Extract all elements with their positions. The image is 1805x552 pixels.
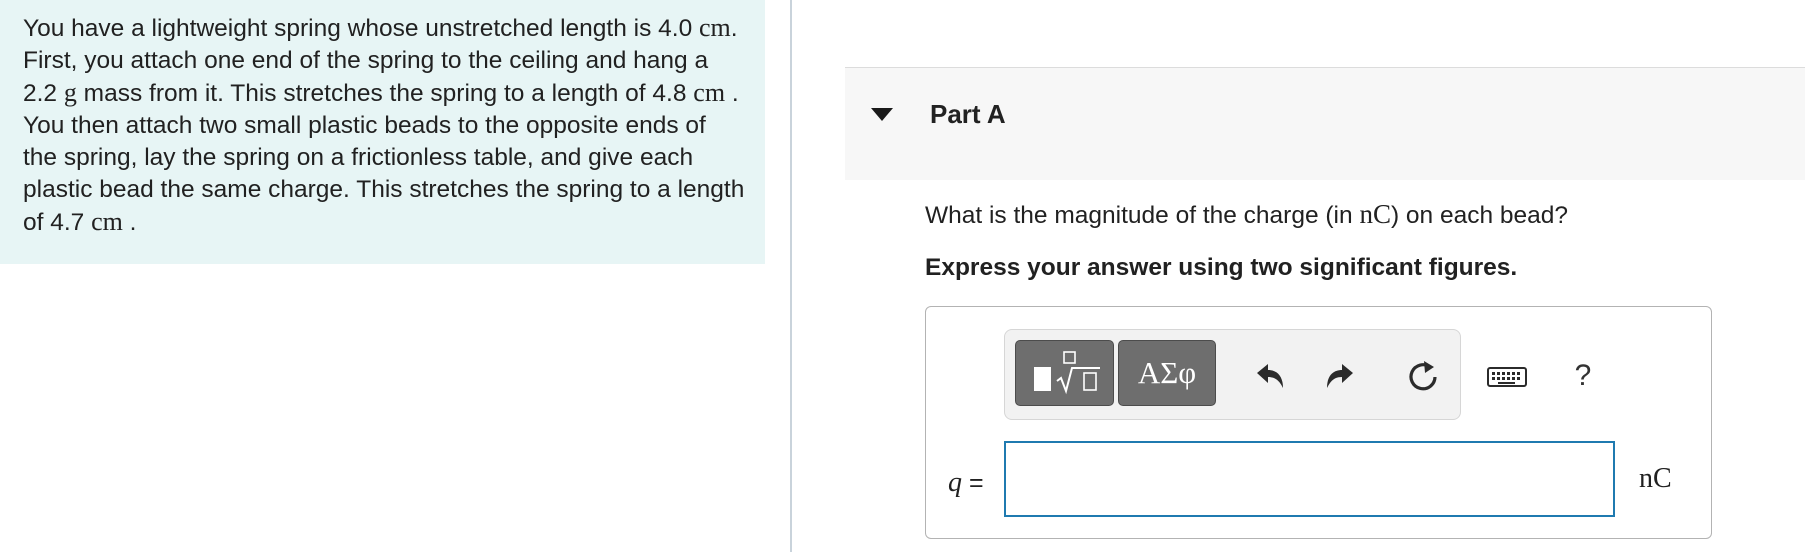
answer-unit: nC xyxy=(1639,463,1672,494)
answer-input[interactable] xyxy=(1004,441,1615,517)
problem-text: You have a lightweight spring whose unst… xyxy=(23,12,745,239)
help-label: ? xyxy=(1574,359,1592,392)
question-pre: What is the magnitude of the charge (in xyxy=(925,202,1360,229)
panel-divider xyxy=(790,0,792,552)
keyboard-icon[interactable] xyxy=(1487,358,1527,394)
problem-text-5: . xyxy=(122,209,137,236)
problem-text-3: mass from it. This stretches the spring … xyxy=(76,80,694,107)
undo-icon[interactable] xyxy=(1252,358,1288,394)
greek-symbols-button[interactable]: ΑΣφ xyxy=(1118,340,1216,406)
unit-cm-3: cm xyxy=(91,207,123,236)
equals-sign: = xyxy=(962,469,984,497)
unit-cm-1: cm xyxy=(699,13,731,42)
problem-statement-panel: You have a lightweight spring whose unst… xyxy=(0,0,765,264)
fraction-radical-templates-icon xyxy=(1033,351,1100,395)
question-text: What is the magnitude of the charge (in … xyxy=(925,199,1568,230)
variable-q: q xyxy=(948,467,962,498)
part-a-header[interactable]: Part A xyxy=(845,67,1805,180)
unit-cm-2: cm xyxy=(693,78,726,107)
collapse-caret-icon[interactable] xyxy=(871,108,893,121)
templates-button[interactable] xyxy=(1015,340,1114,406)
answer-box: ΑΣφ ? q = nC xyxy=(925,306,1712,539)
part-title: Part A xyxy=(930,99,1006,129)
unit-g: g xyxy=(63,78,77,107)
instruction-text: Express your answer using two significan… xyxy=(925,254,1518,281)
redo-icon[interactable] xyxy=(1322,358,1358,394)
help-button[interactable]: ? xyxy=(1565,358,1601,394)
problem-text-1: You have a lightweight spring whose unst… xyxy=(23,15,700,42)
answer-variable-label: q = xyxy=(948,467,984,499)
question-post: ) on each bead? xyxy=(1390,202,1569,229)
question-unit: nC xyxy=(1359,199,1391,229)
reset-icon[interactable] xyxy=(1405,358,1441,394)
math-toolbar: ΑΣφ ? xyxy=(1004,329,1591,420)
